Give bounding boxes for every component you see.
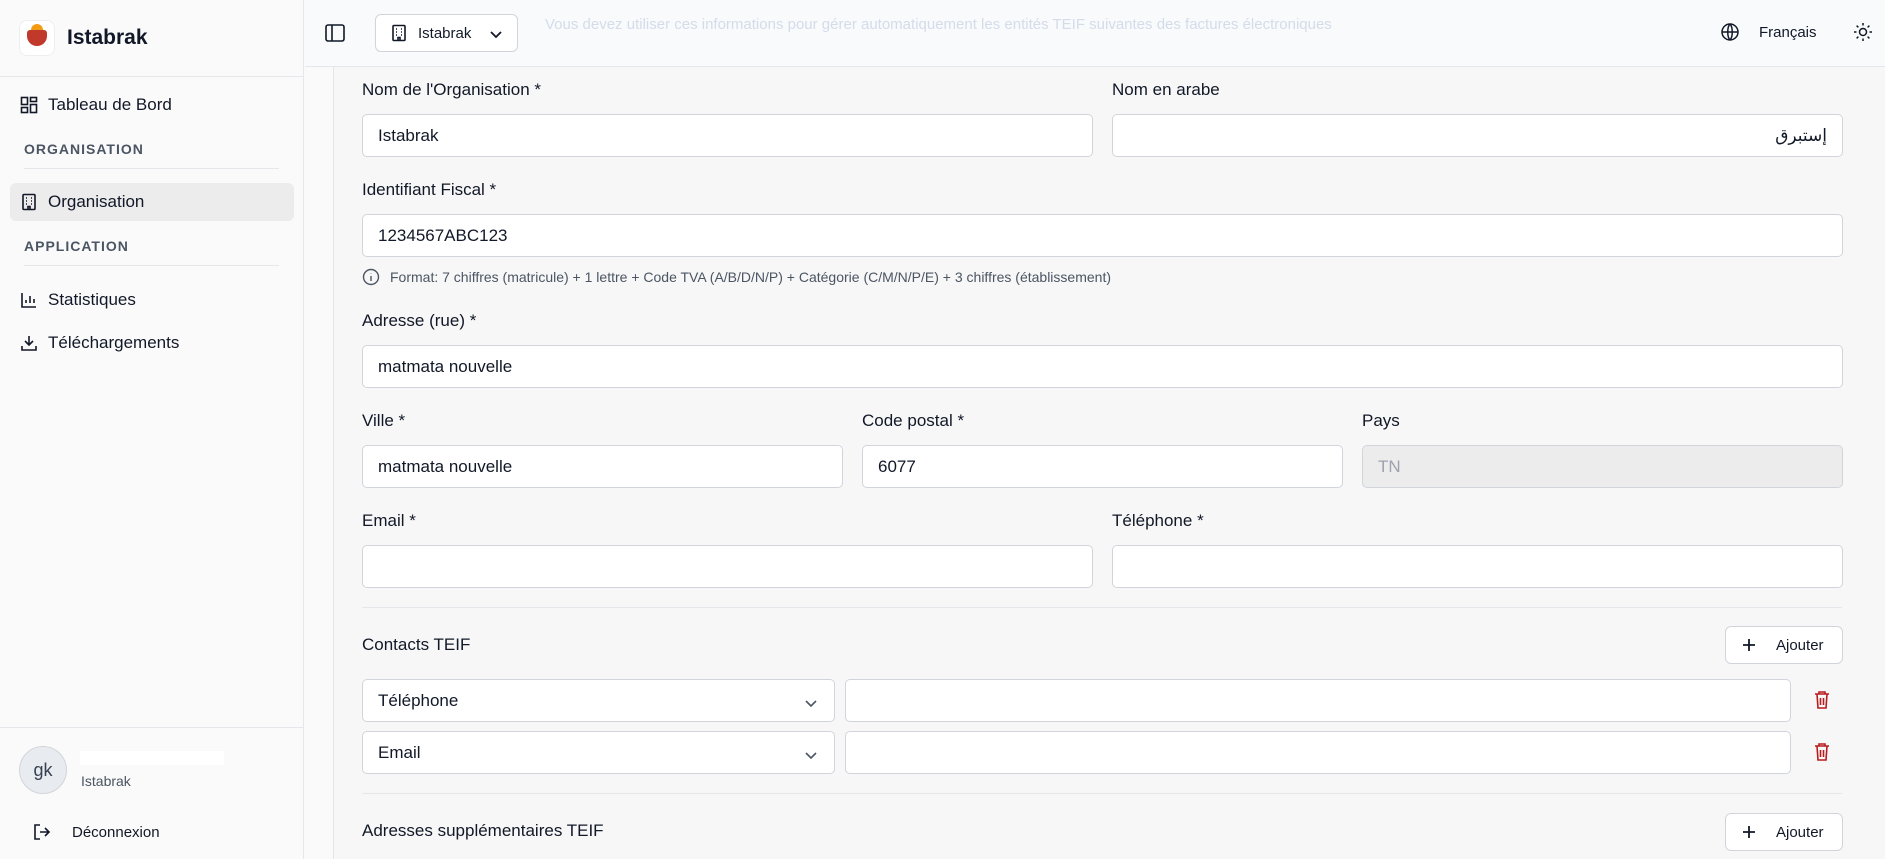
divider: [362, 793, 1842, 794]
info-banner: Vous devez utiliser ces informations pou…: [545, 16, 1332, 33]
sidebar-item-organisation[interactable]: Organisation: [10, 183, 294, 221]
contact-value-input[interactable]: [845, 679, 1791, 722]
add-address-button[interactable]: Ajouter: [1725, 813, 1843, 851]
contact-type-value: Email: [378, 742, 421, 762]
sidebar-toggle-icon[interactable]: [324, 22, 346, 44]
logout-label: Déconnexion: [72, 823, 160, 841]
plus-icon: [1742, 638, 1756, 652]
brand-logo: [19, 20, 55, 56]
top-header: Istabrak Vous devez utiliser ces informa…: [305, 0, 1885, 67]
user-name-redacted: [80, 751, 224, 765]
email-input[interactable]: [362, 545, 1093, 588]
brand[interactable]: Istabrak: [19, 20, 148, 56]
user-org: Istabrak: [81, 773, 131, 789]
postal-code-input[interactable]: 6077: [862, 445, 1343, 488]
sidebar: Istabrak Tableau de Bord ORGANISATION Or…: [0, 0, 304, 859]
sidebar-item-label: Tableau de Bord: [48, 95, 172, 114]
contact-type-select[interactable]: Téléphone: [362, 679, 835, 722]
sidebar-item-downloads[interactable]: Téléchargements: [10, 324, 294, 362]
chevron-down-icon: [489, 27, 503, 41]
city-label: Ville *: [362, 411, 406, 430]
logout-button[interactable]: Déconnexion: [32, 822, 160, 842]
country-input: TN: [1362, 445, 1843, 488]
divider: [362, 607, 1842, 608]
plus-icon: [1742, 825, 1756, 839]
arabic-name-input[interactable]: إستبرق: [1112, 114, 1843, 157]
sidebar-item-statistics[interactable]: Statistiques: [10, 281, 294, 319]
info-icon: [362, 268, 380, 286]
section-label-application: APPLICATION: [24, 238, 129, 254]
add-contact-button[interactable]: Ajouter: [1725, 626, 1843, 664]
email-label: Email *: [362, 511, 416, 530]
building-icon: [390, 24, 408, 42]
city-input[interactable]: matmata nouvelle: [362, 445, 843, 488]
tax-id-label: Identifiant Fiscal *: [362, 180, 497, 199]
chevron-down-icon: [804, 695, 818, 709]
sidebar-item-label: Téléchargements: [48, 333, 180, 352]
globe-icon: [1720, 22, 1740, 42]
add-contact-label: Ajouter: [1776, 636, 1824, 654]
arabic-name-label: Nom en arabe: [1112, 80, 1220, 99]
sidebar-item-dashboard[interactable]: Tableau de Bord: [10, 86, 294, 124]
contact-value-input[interactable]: [845, 731, 1791, 774]
addresses-title: Adresses supplémentaires TEIF: [362, 821, 604, 840]
section-label-organisation: ORGANISATION: [24, 141, 144, 157]
sidebar-item-label: Statistiques: [48, 290, 136, 309]
tax-id-input[interactable]: 1234567ABC123: [362, 214, 1843, 257]
tax-id-hint-text: Format: 7 chiffres (matricule) + 1 lettr…: [390, 269, 1111, 285]
org-name-label: Nom de l'Organisation *: [362, 80, 541, 99]
download-icon: [20, 334, 38, 352]
address-label: Adresse (rue) *: [362, 311, 477, 330]
divider: [0, 727, 304, 728]
divider: [24, 168, 279, 169]
address-input[interactable]: matmata nouvelle: [362, 345, 1843, 388]
brand-name: Istabrak: [67, 26, 148, 49]
contact-type-select[interactable]: Email: [362, 731, 835, 774]
org-select-value: Istabrak: [418, 24, 472, 42]
contacts-title: Contacts TEIF: [362, 635, 471, 654]
trash-icon[interactable]: [1813, 690, 1831, 710]
divider: [0, 76, 304, 77]
sun-icon[interactable]: [1853, 22, 1873, 42]
org-select[interactable]: Istabrak: [375, 14, 518, 52]
avatar[interactable]: gk: [19, 746, 67, 794]
language-selector[interactable]: Français: [1720, 22, 1817, 42]
language-label: Français: [1759, 23, 1817, 41]
contact-type-value: Téléphone: [378, 690, 459, 710]
phone-label: Téléphone *: [1112, 511, 1204, 530]
divider: [24, 265, 279, 266]
logout-icon: [32, 822, 52, 842]
building-icon: [20, 193, 38, 211]
add-address-label: Ajouter: [1776, 823, 1824, 841]
postal-code-label: Code postal *: [862, 411, 965, 430]
tax-id-hint: Format: 7 chiffres (matricule) + 1 lettr…: [362, 268, 1111, 286]
bar-chart-icon: [20, 291, 38, 309]
dashboard-icon: [20, 96, 38, 114]
trash-icon[interactable]: [1813, 742, 1831, 762]
country-label: Pays: [1362, 411, 1400, 430]
org-name-input[interactable]: Istabrak: [362, 114, 1093, 157]
chevron-down-icon: [804, 747, 818, 761]
phone-input[interactable]: [1112, 545, 1843, 588]
sidebar-item-label: Organisation: [48, 192, 145, 211]
